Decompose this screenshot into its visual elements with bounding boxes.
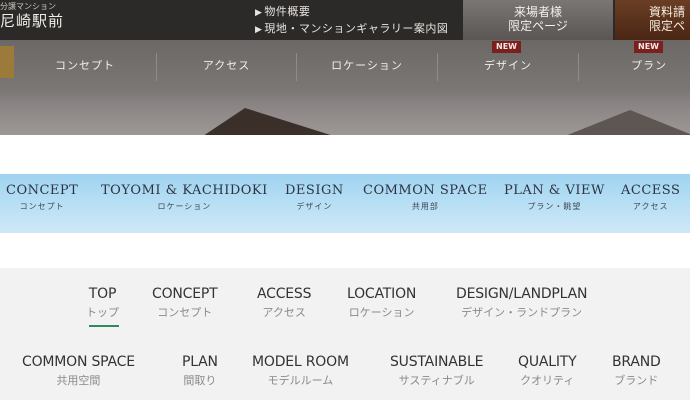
grey-nav-sustainable[interactable]: SUSTAINABLE サスティナブル — [390, 354, 483, 388]
nav-concept[interactable]: コンセプト — [15, 40, 155, 90]
building-silhouette — [200, 108, 340, 135]
menu-tab[interactable] — [0, 46, 14, 78]
gallery-map-link[interactable]: ▶ 現地・マンションギャラリー案内図 — [255, 20, 448, 36]
grey-nav-top[interactable]: TOP トップ — [86, 286, 119, 320]
blue-nav-concept[interactable]: CONCEPT コンセプト — [6, 183, 78, 212]
document-request-button[interactable]: 資料請 限定ペ — [615, 0, 690, 40]
grey-nav-concept[interactable]: CONCEPT コンセプト — [152, 286, 218, 320]
site-logo[interactable]: 尼崎駅前 — [0, 10, 64, 31]
grey-nav-quality[interactable]: QUALITY クオリティ — [518, 354, 577, 388]
triangle-right-icon: ▶ — [255, 25, 263, 35]
visitor-page-button[interactable]: 来場者様 限定ページ — [463, 0, 613, 40]
grey-nav-brand[interactable]: BRAND ブランド — [612, 354, 661, 388]
blue-nav-plan-view[interactable]: PLAN & VIEW プラン・眺望 — [504, 183, 605, 212]
grey-nav-plan[interactable]: PLAN 間取り — [182, 354, 218, 388]
grey-nav-access[interactable]: ACCESS アクセス — [257, 286, 312, 320]
grey-nav-model-room[interactable]: MODEL ROOM モデルルーム — [252, 354, 349, 388]
blue-nav-design[interactable]: DESIGN デザイン — [285, 183, 344, 212]
property-overview-link[interactable]: ▶ 物件概要 — [255, 3, 310, 19]
new-badge: NEW — [634, 41, 663, 53]
nav-access[interactable]: アクセス — [157, 40, 296, 90]
property-header: 分譲マンション 尼崎駅前 ▶ 物件概要 ▶ 現地・マンションギャラリー案内図 来場者… — [0, 0, 690, 135]
grey-nav-common-space[interactable]: COMMON SPACE 共用空間 — [22, 354, 135, 388]
blue-nav-access[interactable]: ACCESS アクセス — [621, 183, 680, 212]
blue-nav-common-space[interactable]: COMMON SPACE 共用部 — [363, 183, 488, 212]
grey-nav-location[interactable]: LOCATION ロケーション — [347, 286, 416, 320]
triangle-right-icon: ▶ — [255, 8, 263, 18]
blue-nav-bar: CONCEPT コンセプト TOYOMI & KACHIDOKI ロケーション … — [0, 174, 690, 233]
grey-nav-design-landplan[interactable]: DESIGN/LANDPLAN デザイン・ランドプラン — [456, 286, 587, 320]
nav-location[interactable]: ロケーション — [297, 40, 437, 90]
blue-nav-location[interactable]: TOYOMI & KACHIDOKI ロケーション — [101, 183, 268, 212]
active-tab-underline — [89, 325, 119, 327]
grey-nav: TOP トップ CONCEPT コンセプト ACCESS アクセス LOCATI… — [0, 268, 690, 400]
new-badge: NEW — [492, 41, 521, 53]
building-silhouette — [560, 110, 690, 135]
